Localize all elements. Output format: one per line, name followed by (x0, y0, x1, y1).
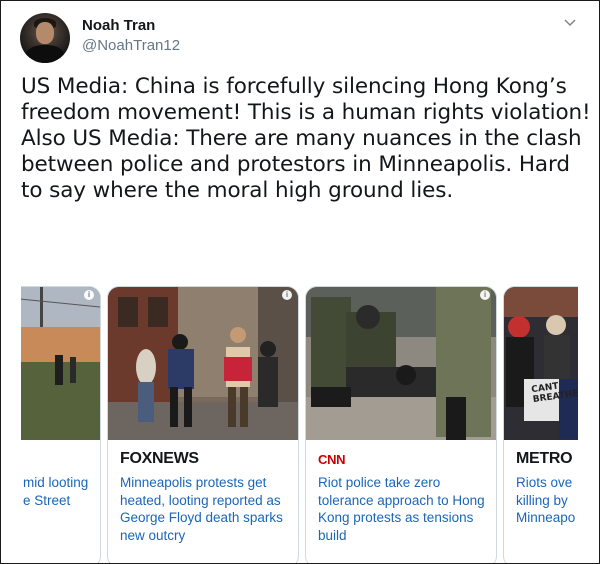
tweet-text: US Media: China is forcefully silencing … (21, 74, 591, 203)
user-handle[interactable]: @NoahTran12 (82, 37, 180, 54)
chevron-down-icon[interactable] (562, 17, 578, 29)
info-icon[interactable]: i (84, 290, 94, 300)
info-icon[interactable]: i (480, 290, 490, 300)
tweet-card: Noah Tran @NoahTran12 US Media: China is… (0, 0, 600, 564)
card-4-headline[interactable]: Riots ove killing by Minneapo (516, 474, 578, 527)
display-name[interactable]: Noah Tran (82, 17, 155, 34)
link-card-1[interactable]: i mid looting e Street (21, 286, 101, 563)
card-1-headline[interactable]: mid looting e Street (23, 474, 92, 509)
avatar[interactable] (20, 13, 70, 63)
card-2-image (108, 287, 298, 440)
card-3-headline[interactable]: Riot police take zero tolerance approach… (318, 474, 488, 544)
card-4-image (504, 287, 578, 440)
card-2-source-logo: FOXNEWS (120, 450, 199, 467)
link-card-2[interactable]: i FOXNEWS Minneapolis protests get heate… (107, 286, 299, 563)
card-2-headline[interactable]: Minneapolis protests get heated, looting… (120, 474, 290, 544)
card-3-source-logo: CNN (318, 452, 346, 467)
card-4-source-logo: METRO (516, 450, 573, 467)
link-card-4[interactable]: CANT BREATHE METRO Riots ove killing by … (503, 286, 578, 563)
avatar-face (36, 22, 54, 44)
card-1-image (21, 287, 100, 440)
info-icon[interactable]: i (282, 290, 292, 300)
avatar-suit (26, 45, 64, 63)
card-3-image (306, 287, 496, 440)
link-card-3[interactable]: i CNN Riot police take zero tolerance ap… (305, 286, 497, 563)
link-card-carousel[interactable]: i mid looting e Street i FOXNEWS Minneap… (21, 286, 578, 563)
